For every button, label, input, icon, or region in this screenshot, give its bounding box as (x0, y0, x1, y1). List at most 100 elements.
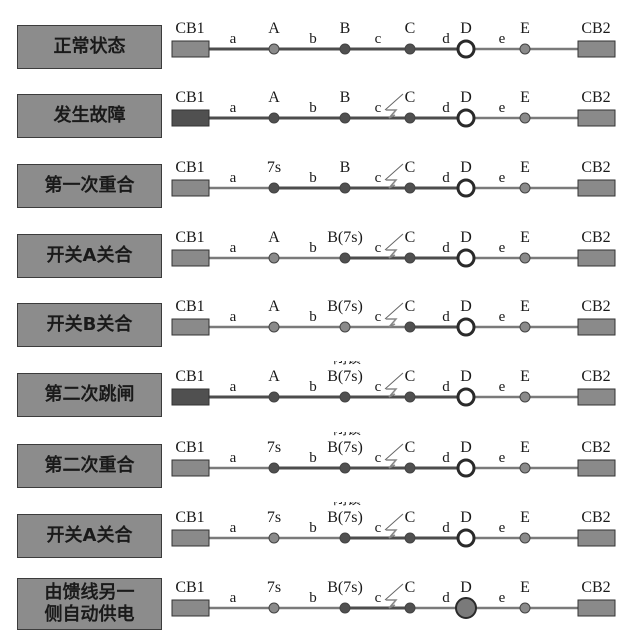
segment-label-e: e (499, 379, 506, 395)
node-label: D (460, 368, 472, 385)
feeder-line: CB1 CB2 a b c d e 7s B(7s) C D E 闭锁 (171, 502, 616, 548)
segment-label-e: e (499, 590, 506, 606)
feeder-line: CB1 CB2 a b c d e A B C D E (171, 89, 616, 128)
node-label: 7s (267, 439, 281, 456)
segment-label-c: c (375, 31, 382, 47)
segment-label-b: b (309, 520, 317, 536)
breaker-cb2 (577, 249, 616, 267)
sectionalizer-4 (519, 182, 531, 194)
sectionalizer-0 (268, 321, 280, 333)
breaker-cb2-label: CB2 (581, 579, 610, 596)
node-label: E (520, 89, 530, 106)
tie-switch-d-closed (455, 597, 477, 619)
node-label: A (268, 89, 280, 106)
sectionalizer-0 (268, 391, 280, 403)
sectionalizer-2 (404, 602, 416, 614)
sectionalizer-2 (404, 43, 416, 55)
fault-lightning-icon (384, 372, 404, 398)
node-label: C (405, 20, 416, 37)
node-label: B(7s) (327, 439, 363, 456)
sectionalizer-0 (268, 252, 280, 264)
node-label: D (460, 89, 472, 106)
fault-lightning-icon (384, 93, 404, 119)
breaker-cb1-label: CB1 (175, 89, 204, 106)
state-row: 第一次重合 CB1 CB2 a b c d e 7s B C D E (0, 152, 642, 222)
breaker-cb1 (171, 459, 210, 477)
node-label: B(7s) (327, 298, 363, 315)
segment-label-a: a (230, 100, 237, 116)
sectionalizer-4 (519, 321, 531, 333)
sectionalizer-1 (339, 391, 351, 403)
segment-label-e: e (499, 31, 506, 47)
segment-label-b: b (309, 100, 317, 116)
fault-lightning-icon (384, 513, 404, 539)
node-label: C (405, 509, 416, 526)
sectionalizer-1 (339, 532, 351, 544)
breaker-cb1 (171, 40, 210, 58)
node-label: C (405, 298, 416, 315)
breaker-cb1-label: CB1 (175, 20, 204, 37)
state-row: 开关B关合 CB1 CB2 a b c d e A B(7s) C D E (0, 291, 642, 361)
feeder-line: CB1 CB2 a b c d e A B(7s) C D E (171, 229, 616, 268)
state-row: 由馈线另一 侧自动供电 CB1 CB2 a b c d e 7s B(7s) C D E (0, 572, 642, 642)
segment-label-a: a (230, 31, 237, 47)
segment-label-c: c (375, 520, 382, 536)
tie-switch-d (456, 458, 476, 478)
tie-switch-d (456, 248, 476, 268)
tie-switch-d (456, 387, 476, 407)
segment-label-a: a (230, 309, 237, 325)
node-label: E (520, 20, 530, 37)
sectionalizer-4 (519, 112, 531, 124)
segment-label-e: e (499, 240, 506, 256)
sectionalizer-4 (519, 532, 531, 544)
tie-switch-d (456, 528, 476, 548)
segment-label-b: b (309, 450, 317, 466)
node-label: 7s (267, 159, 281, 176)
breaker-cb1 (171, 109, 210, 127)
node-label: C (405, 439, 416, 456)
sectionalizer-2 (404, 112, 416, 124)
breaker-cb1 (171, 388, 210, 406)
sectionalizer-0 (268, 602, 280, 614)
sectionalizer-2 (404, 462, 416, 474)
breaker-cb1-label: CB1 (175, 509, 204, 526)
segment-label-e: e (499, 170, 506, 186)
node-label: D (460, 159, 472, 176)
sectionalizer-2 (404, 532, 416, 544)
segment-label-b: b (309, 31, 317, 47)
sectionalizer-1 (339, 182, 351, 194)
sectionalizer-1 (339, 43, 351, 55)
sectionalizer-0 (268, 532, 280, 544)
fault-lightning-icon (384, 302, 404, 328)
sectionalizer-4 (519, 462, 531, 474)
node-label: A (268, 229, 280, 246)
node-label: E (520, 509, 530, 526)
sectionalizer-1 (339, 602, 351, 614)
breaker-cb2-label: CB2 (581, 89, 610, 106)
sectionalizer-2 (404, 321, 416, 333)
node-label: D (460, 298, 472, 315)
node-label: B(7s) (327, 229, 363, 246)
fault-lightning-icon (384, 443, 404, 469)
breaker-cb1 (171, 599, 210, 617)
node-label: D (460, 509, 472, 526)
feeder-line: CB1 CB2 a b c d e 7s B(7s) C D E (171, 579, 616, 619)
node-label: B (340, 20, 351, 37)
tie-switch-d (456, 108, 476, 128)
breaker-cb2 (577, 599, 616, 617)
sectionalizer-2 (404, 391, 416, 403)
node-label: E (520, 579, 530, 596)
lock-label: 闭锁 (333, 432, 361, 438)
feeder-line: CB1 CB2 a b c d e A B(7s) C D E (171, 298, 616, 337)
sectionalizer-4 (519, 252, 531, 264)
segment-label-a: a (230, 379, 237, 395)
segment-label-c: c (375, 379, 382, 395)
breaker-cb1 (171, 179, 210, 197)
segment-label-e: e (499, 450, 506, 466)
breaker-cb2 (577, 388, 616, 406)
node-label: E (520, 229, 530, 246)
node-label: B(7s) (327, 509, 363, 526)
node-label: C (405, 229, 416, 246)
node-label: E (520, 368, 530, 385)
segment-label-d: d (442, 170, 450, 186)
